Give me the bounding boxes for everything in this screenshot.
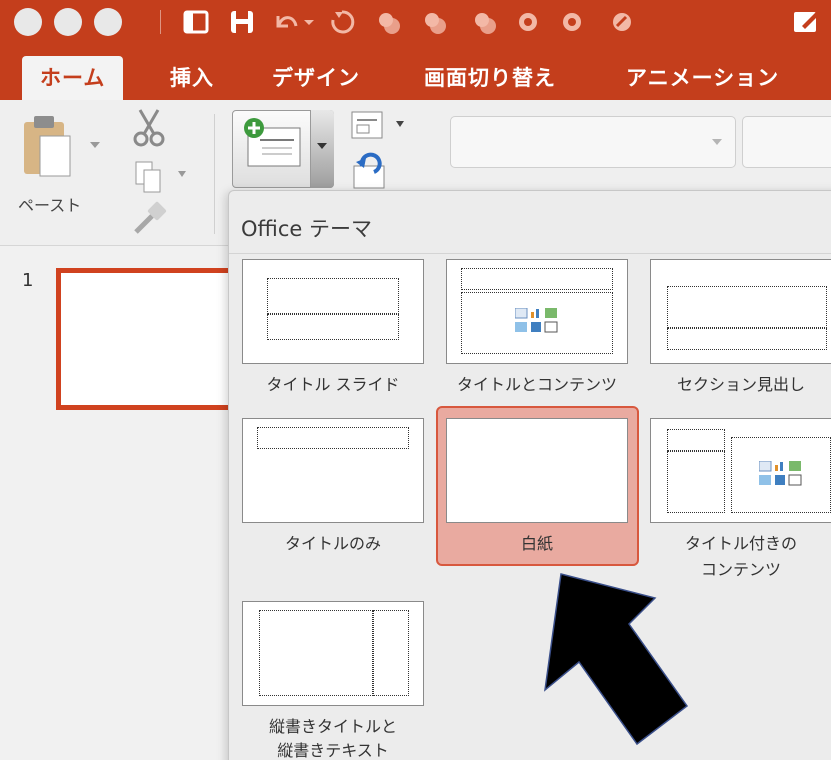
subtitle-placeholder: [267, 314, 399, 340]
layout-thumbnail: [446, 259, 628, 364]
title-placeholder: [373, 610, 409, 696]
tab-home[interactable]: ホーム: [22, 56, 124, 100]
zoom-window-button[interactable]: [94, 8, 122, 36]
layout-title-slide[interactable]: タイトル スライド: [242, 259, 424, 404]
layout-label: タイトルのみ: [284, 534, 381, 553]
layout-title-and-content[interactable]: タイトルとコンテンツ: [446, 259, 628, 404]
cut-icon[interactable]: [132, 108, 166, 148]
font-size-select[interactable]: [742, 116, 831, 168]
edit-icon[interactable]: [790, 6, 822, 38]
title-placeholder: [461, 268, 613, 290]
content-icons: [515, 308, 558, 333]
layout-dropdown-icon[interactable]: [394, 118, 406, 130]
save-icon[interactable]: [226, 6, 258, 38]
layout-blank[interactable]: 白紙: [446, 418, 628, 563]
layout-content-with-caption[interactable]: タイトル付きの コンテンツ: [650, 418, 831, 588]
gallery-header-divider: [229, 253, 831, 254]
layout-thumbnail: [242, 601, 424, 706]
layout-vertical-title-and-text[interactable]: 縦書きタイトルと 縦書きテキスト: [242, 601, 424, 760]
layout-thumbnail: [242, 259, 424, 364]
layout-thumbnail: [650, 259, 831, 364]
font-name-select[interactable]: [450, 116, 736, 168]
paste-icon[interactable]: [20, 114, 80, 178]
record-icon[interactable]: [556, 6, 588, 38]
layout-label: 白紙: [520, 534, 553, 553]
format-painter-icon[interactable]: [130, 200, 168, 238]
layout-label: タイトルとコンテンツ: [456, 375, 617, 394]
tab-insert[interactable]: 挿入: [170, 56, 214, 100]
minimize-window-button[interactable]: [54, 8, 82, 36]
copy-dropdown-icon[interactable]: [176, 168, 188, 180]
pointer-arrow-annotation: [543, 573, 689, 746]
tab-design[interactable]: デザイン: [272, 56, 360, 100]
slide-number: 1: [22, 270, 34, 291]
title-placeholder: [267, 278, 399, 314]
reset-slide-icon[interactable]: [350, 152, 390, 190]
layout-thumbnail: [242, 418, 424, 523]
gallery-title: Office テーマ: [241, 217, 372, 241]
text-placeholder: [667, 451, 725, 513]
undo-icon[interactable]: [270, 6, 302, 38]
chevron-down-icon: [317, 143, 327, 149]
sidebar-icon[interactable]: [180, 6, 212, 38]
record-icon[interactable]: [606, 6, 638, 38]
layout-label-line1: タイトル付きの: [684, 534, 797, 553]
record-icon[interactable]: [372, 6, 404, 38]
title-bar-divider: [160, 10, 161, 34]
new-slide-icon: [244, 118, 301, 167]
title-bar: [0, 0, 831, 44]
layout-section-header[interactable]: セクション見出し: [650, 259, 831, 404]
font-dropdown-icon: [712, 139, 722, 145]
record-icon[interactable]: [418, 6, 450, 38]
layout-label: セクション見出し: [676, 375, 805, 394]
layout-label-line2: 縦書きテキスト: [277, 741, 389, 760]
close-window-button[interactable]: [14, 8, 42, 36]
undo-dropdown-icon[interactable]: [302, 6, 316, 38]
title-placeholder: [667, 286, 827, 328]
paste-label: ペースト: [18, 196, 82, 215]
layout-icon[interactable]: [350, 108, 386, 144]
layout-thumbnail: [650, 418, 831, 523]
record-icon[interactable]: [512, 6, 544, 38]
copy-icon[interactable]: [134, 160, 164, 194]
layout-title-only[interactable]: タイトルのみ: [242, 418, 424, 563]
tab-animations[interactable]: アニメーション: [626, 56, 779, 100]
ribbon-divider: [214, 114, 215, 234]
title-placeholder: [667, 429, 725, 451]
layout-thumbnail: [446, 418, 628, 523]
tab-transitions[interactable]: 画面切り替え: [424, 56, 556, 100]
paste-dropdown-icon[interactable]: [88, 138, 102, 152]
title-placeholder: [257, 427, 409, 449]
layout-label: タイトル スライド: [266, 375, 400, 394]
layout-label-line1: 縦書きタイトルと: [268, 717, 397, 736]
content-icons: [759, 461, 802, 486]
text-placeholder: [259, 610, 373, 696]
text-placeholder: [667, 328, 827, 350]
redo-icon[interactable]: [326, 6, 358, 38]
record-icon[interactable]: [468, 6, 500, 38]
ribbon-tabs: ホーム 挿入 デザイン 画面切り替え アニメーション: [0, 44, 831, 100]
slide-thumbnail[interactable]: [56, 268, 256, 410]
